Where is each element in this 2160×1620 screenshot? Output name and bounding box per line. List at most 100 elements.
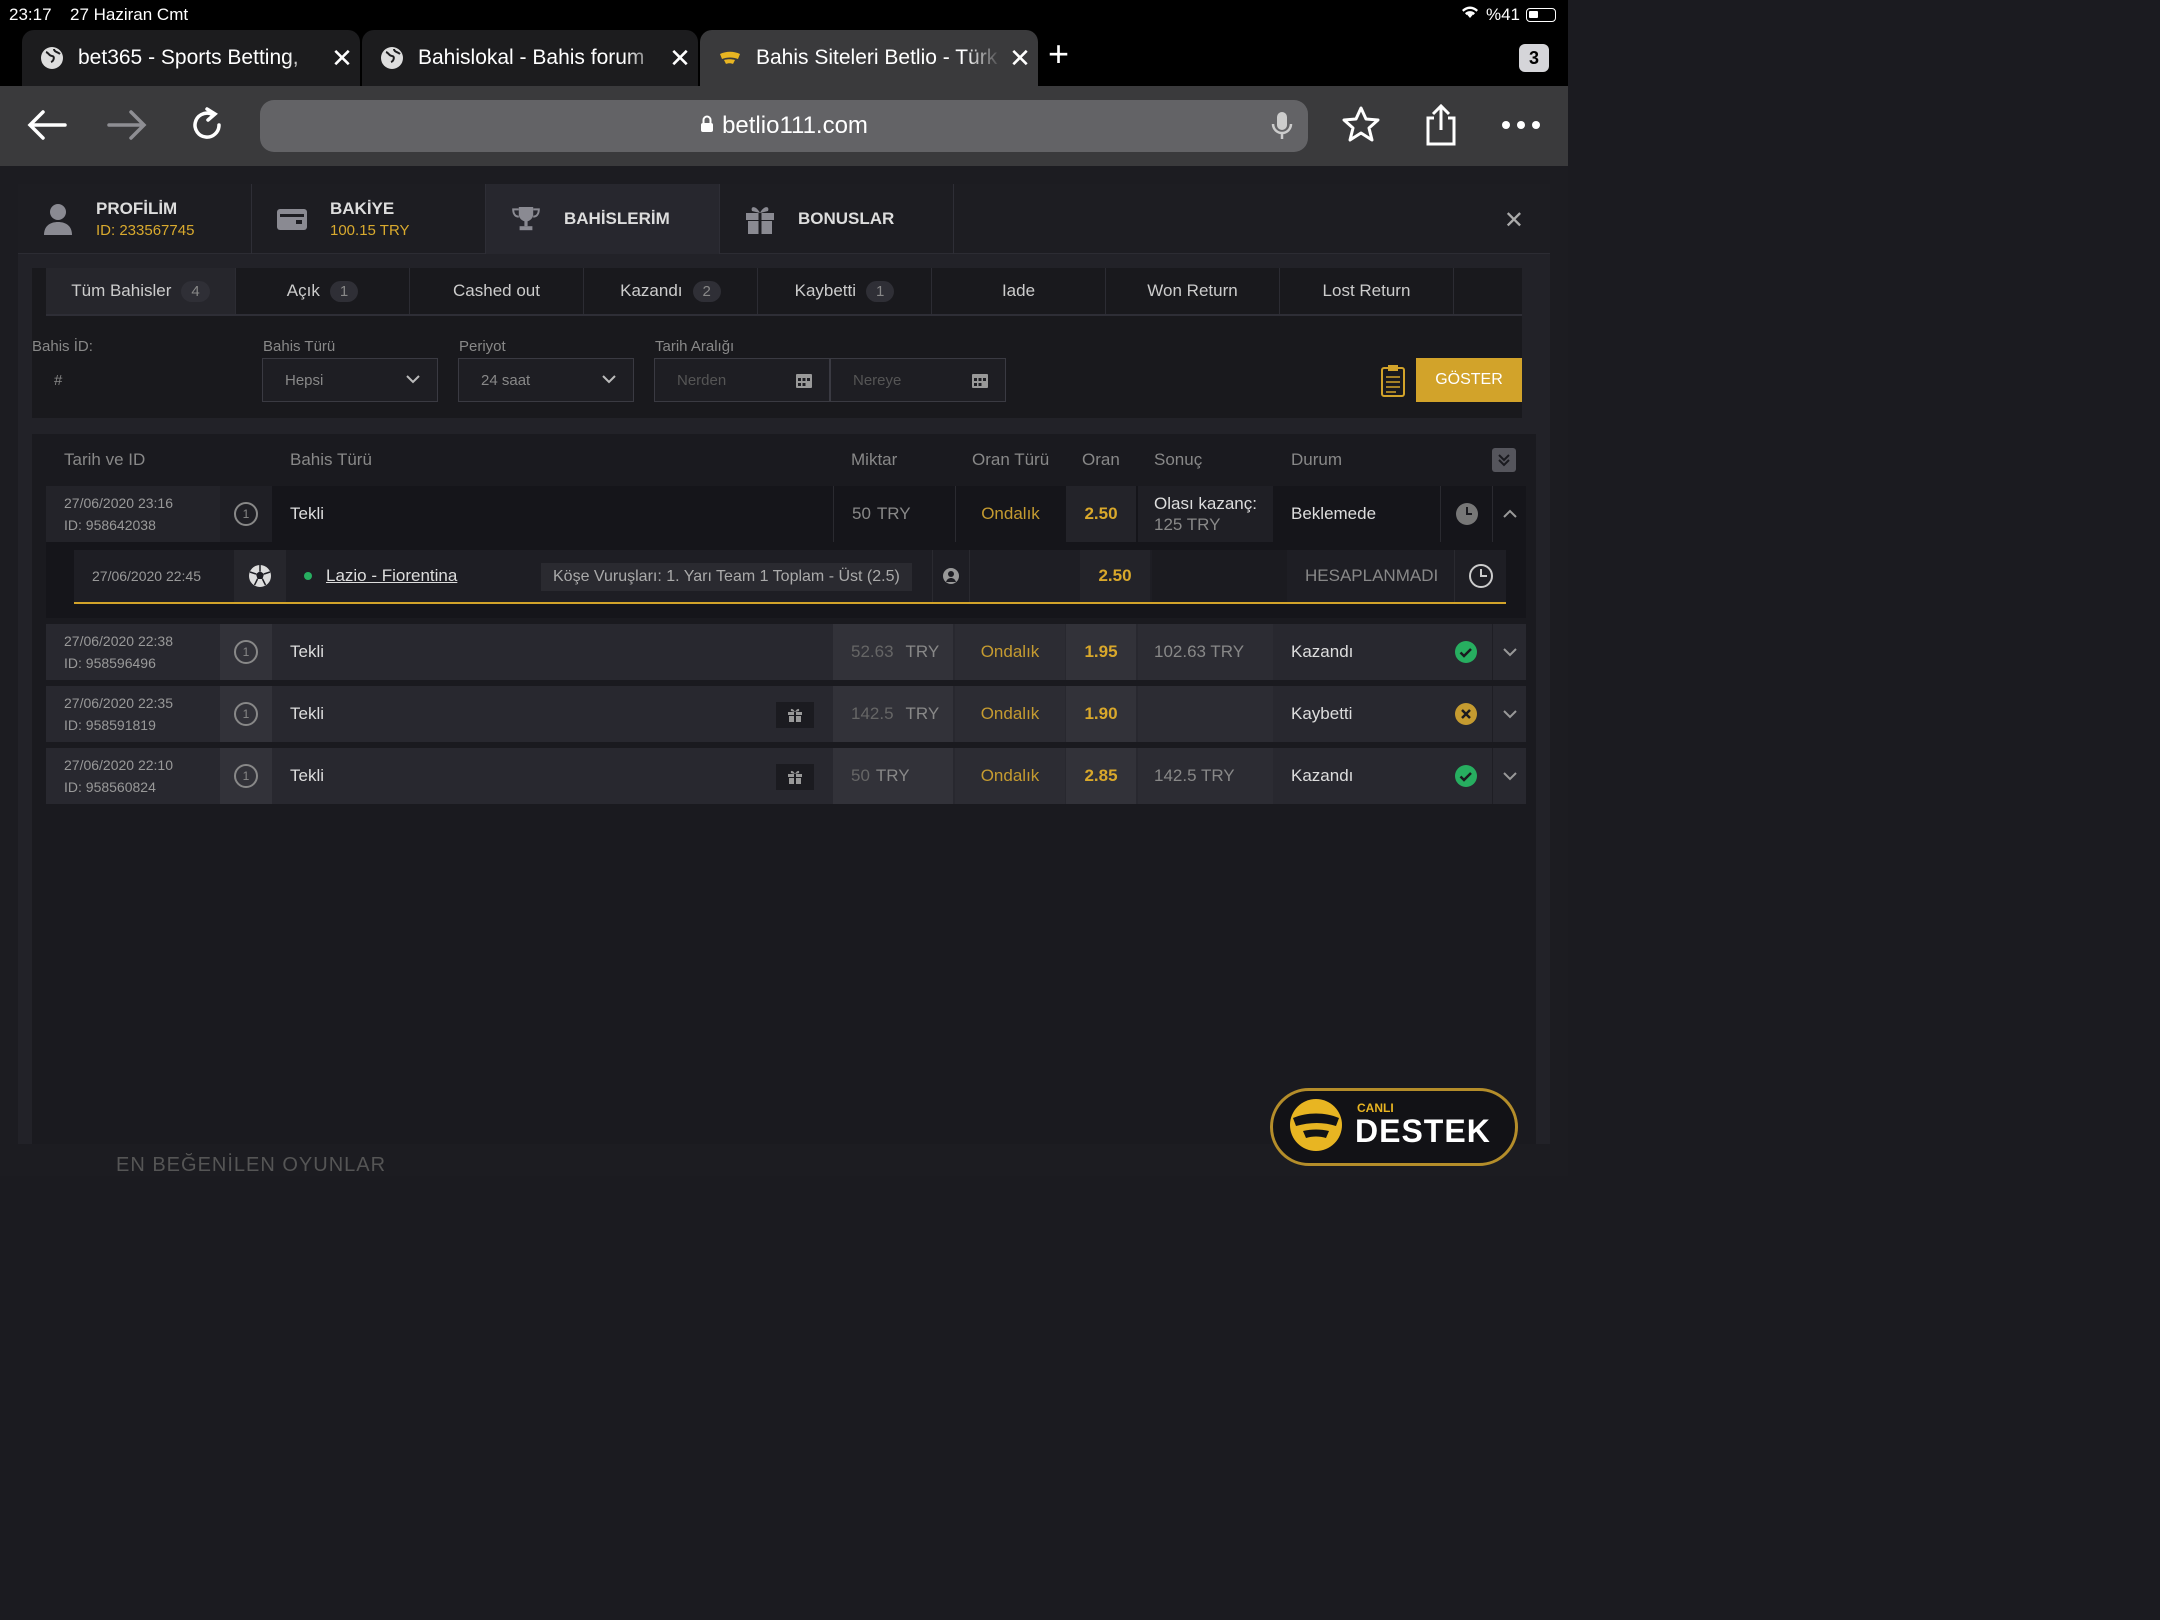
browser-tab-bet365[interactable]: bet365 - Sports Betting, ✕ <box>22 30 360 86</box>
filter-tab-won[interactable]: Kazandı 2 <box>584 268 758 314</box>
battery-percent: %41 <box>1485 4 1520 24</box>
date-from-input[interactable]: Nerden <box>654 358 830 402</box>
period-select[interactable]: 24 saat <box>458 358 634 402</box>
column-header-amount: Miktar <box>851 450 898 469</box>
filter-tab-refund[interactable]: Iade <box>932 268 1106 314</box>
tab-my-bets[interactable]: BAHİSLERİM <box>486 184 720 254</box>
amount-value: 52.63 <box>851 642 894 661</box>
amount-currency: TRY <box>905 704 940 723</box>
period-label: Periyot <box>459 338 506 355</box>
bookmark-star-button[interactable] <box>1336 100 1386 150</box>
table-row[interactable]: 27/06/2020 22:10 ID: 958560824 1 Tekli 50… <box>46 748 1526 804</box>
status-filter-tabs: Tüm Bahisler 4 Açık 1 Cashed out Kazandı 2 … <box>46 268 1454 314</box>
detail-status: HESAPLANMADI <box>1305 566 1439 585</box>
clipboard-icon[interactable] <box>1380 364 1406 403</box>
user-icon <box>42 203 74 235</box>
forward-button[interactable] <box>102 100 152 150</box>
bet-amount: 52.63 TRY <box>833 624 953 680</box>
filter-tab-lost-return[interactable]: Lost Return <box>1280 268 1454 314</box>
bet-id-label: Bahis İD: <box>32 338 93 355</box>
table-row[interactable]: 27/06/2020 23:16 ID: 958642038 1 Tekli 50… <box>46 486 1526 542</box>
calendar-icon[interactable] <box>971 371 989 393</box>
more-menu-button[interactable] <box>1496 100 1546 150</box>
table-row[interactable]: 27/06/2020 22:35 ID: 958591819 1 Tekli 14… <box>46 686 1526 742</box>
bet-date: 27/06/2020 22:35 <box>64 695 173 711</box>
filter-panel: Tüm Bahisler 4 Açık 1 Cashed out Kazandı 2 … <box>32 268 1522 418</box>
browser-tab-betlio[interactable]: Bahis Siteleri Betlio - Türk ✕ <box>700 30 1038 86</box>
browser-tab-title: Bahis Siteleri Betlio - Türk <box>756 46 998 69</box>
bet-id-placeholder: # <box>54 371 63 389</box>
amount-value: 142.5 <box>851 704 894 723</box>
tab-profile[interactable]: PROFİLİM ID: 233567745 <box>18 184 252 254</box>
column-header-odd-type: Oran Türü <box>972 450 1050 469</box>
bet-id: ID: 958591819 <box>64 717 156 733</box>
wallet-icon <box>276 203 308 235</box>
tab-bonuses[interactable]: BONUSLAR <box>720 184 954 254</box>
lock-icon <box>700 112 714 140</box>
date-to-input[interactable]: Nereye <box>830 358 1006 402</box>
new-tab-button[interactable]: + <box>1048 36 1069 72</box>
reload-button[interactable] <box>182 100 232 150</box>
bet-id-input[interactable]: # <box>32 358 232 402</box>
filter-tab-all[interactable]: Tüm Bahisler 4 <box>46 268 236 314</box>
filter-tab-open[interactable]: Açık 1 <box>236 268 410 314</box>
count-badge: 1 <box>866 280 895 302</box>
table-row[interactable]: 27/06/2020 22:38 ID: 958596496 1 Tekli 52… <box>46 624 1526 680</box>
share-button[interactable] <box>1416 100 1466 150</box>
filter-tab-lost[interactable]: Kaybetti 1 <box>758 268 932 314</box>
close-tab-icon[interactable]: ✕ <box>324 43 360 74</box>
tab-count-badge[interactable]: 3 <box>1519 44 1549 72</box>
bet-id: ID: 958596496 <box>64 655 156 671</box>
filter-tab-won-return[interactable]: Won Return <box>1106 268 1280 314</box>
bet-type: Tekli <box>290 704 325 723</box>
user-id: ID: 233567745 <box>96 222 195 239</box>
date-from-placeholder: Nerden <box>677 371 727 389</box>
filter-tab-cashed-out[interactable]: Cashed out <box>410 268 584 314</box>
betlio-logo-icon <box>1283 1098 1349 1157</box>
chevron-up-icon[interactable] <box>1492 486 1526 542</box>
market-description: Köşe Vuruşları: 1. Yarı Team 1 Toplam - … <box>541 563 912 591</box>
bet-result: 142.5 TRY <box>1138 748 1273 804</box>
tab-label: PROFİLİM <box>96 199 178 218</box>
address-bar[interactable]: betlio111.com <box>260 100 1308 152</box>
close-modal-button[interactable]: ✕ <box>1504 206 1524 235</box>
status-time: 23:17 <box>9 5 52 24</box>
tab-balance[interactable]: BAKİYE 100.15 TRY <box>252 184 486 254</box>
lost-x-icon <box>1440 686 1492 742</box>
show-button[interactable]: GÖSTER <box>1416 358 1522 402</box>
column-header-type: Bahis Türü <box>290 450 372 469</box>
chevron-down-icon <box>601 371 617 391</box>
bet-type-select[interactable]: Hepsi <box>262 358 438 402</box>
bet-status: Kaybetti <box>1291 704 1353 723</box>
match-link[interactable]: Lazio - Fiorentina <box>326 566 457 586</box>
count-badge: 4 <box>181 280 210 302</box>
odd-value: 1.90 <box>1066 686 1136 742</box>
bet-detail-container: 27/06/2020 22:45 Lazio - Fiorentina Köşe… <box>46 542 1526 618</box>
collapse-all-icon[interactable] <box>1492 448 1516 472</box>
back-button[interactable] <box>22 100 72 150</box>
won-check-icon <box>1440 624 1492 680</box>
browser-tab-bahislokal[interactable]: Bahislokal - Bahis forum ✕ <box>362 30 698 86</box>
close-tab-icon[interactable]: ✕ <box>662 43 698 74</box>
clock-icon <box>1454 550 1506 602</box>
filter-tab-label: Iade <box>1001 281 1036 300</box>
live-support-button[interactable]: CANLI DESTEK <box>1270 1088 1518 1166</box>
trophy-icon <box>510 203 542 235</box>
chevron-down-icon[interactable] <box>1492 624 1526 680</box>
bet-amount: 142.5 TRY <box>833 686 953 742</box>
microphone-icon[interactable] <box>1270 110 1294 149</box>
info-person-icon[interactable] <box>932 550 968 602</box>
chevron-down-icon[interactable] <box>1492 686 1526 742</box>
calendar-icon[interactable] <box>795 371 813 393</box>
chevron-down-icon[interactable] <box>1492 748 1526 804</box>
detail-empty-cell <box>969 550 1079 602</box>
detail-empty-cell <box>1152 550 1287 602</box>
balance-amount: 100.15 TRY <box>330 222 410 239</box>
odd-value: 2.85 <box>1066 748 1136 804</box>
tab-label: BAKİYE <box>330 199 395 218</box>
browser-tab-title: bet365 - Sports Betting, <box>78 46 299 69</box>
close-tab-icon[interactable]: ✕ <box>1002 43 1038 74</box>
bet-result <box>1138 686 1273 742</box>
bonus-gift-icon <box>776 702 814 728</box>
bet-type: Tekli <box>290 504 325 523</box>
